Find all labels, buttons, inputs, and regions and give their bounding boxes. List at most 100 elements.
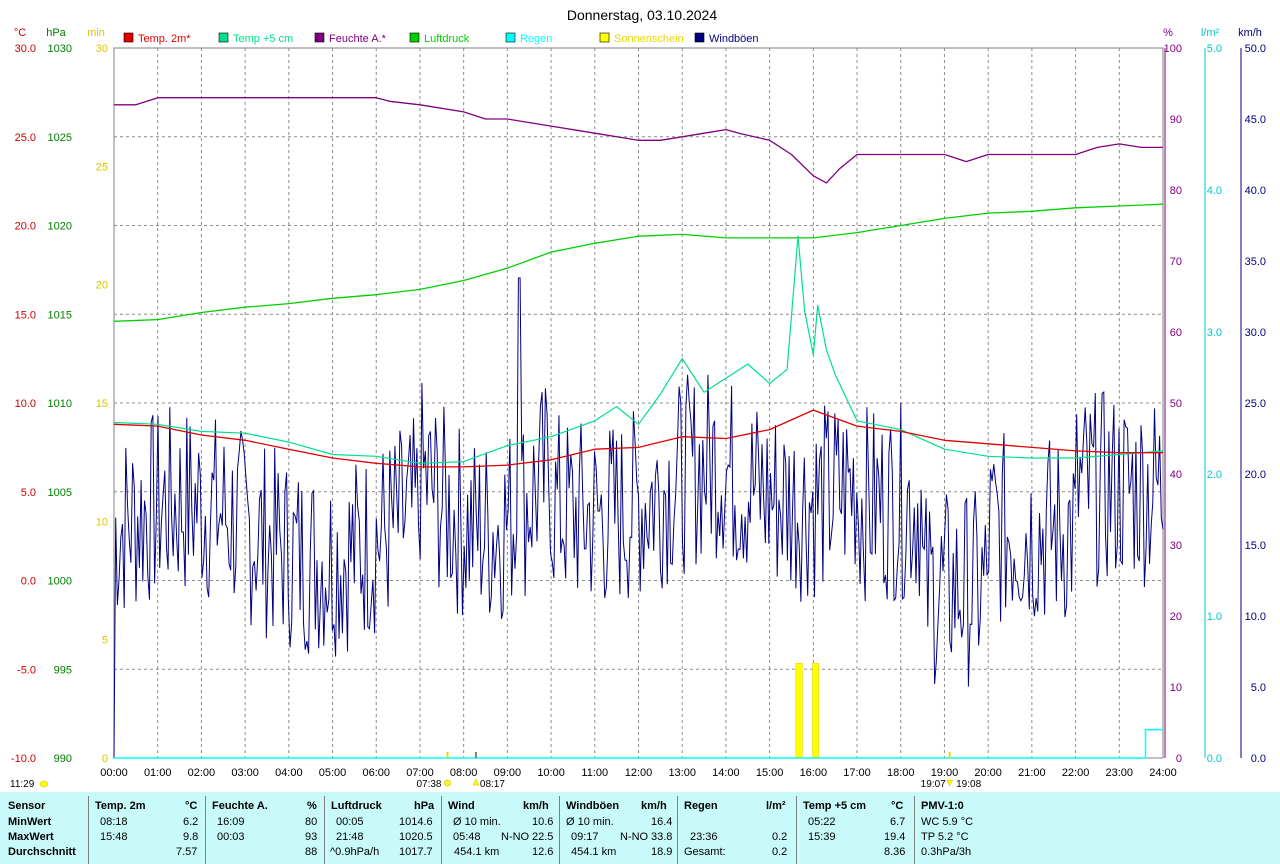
stats-value: 80 <box>305 816 318 828</box>
legend-swatch <box>409 32 420 43</box>
sun-tick-label: 0 <box>102 753 108 765</box>
stats-unit-humidity: % <box>307 800 317 812</box>
stats-col-temp2m: Temp. 2m °C 08:18 6.2 15:48 9.8 7.57 <box>89 792 205 864</box>
x-tick-label: 09:00 <box>494 767 522 779</box>
stats-value: 93 <box>305 831 318 843</box>
axis-unit-humidity: % <box>1163 27 1173 39</box>
x-tick-label: 07:00 <box>406 767 434 779</box>
x-tick-label: 24:00 <box>1149 767 1177 779</box>
legend-label: Temp. 2m* <box>138 33 191 45</box>
axis-unit-temp: °C <box>14 27 26 39</box>
wind-tick-label: 0.0 <box>1251 753 1266 765</box>
legend-swatch <box>599 32 610 43</box>
stats-value: 19.4 <box>884 831 906 843</box>
temp-tick-label: 25.0 <box>15 132 36 144</box>
humidity-tick-label: 70 <box>1170 256 1182 268</box>
humidity-tick-label: 90 <box>1170 114 1182 126</box>
pressure-tick-label: 990 <box>54 753 72 765</box>
wind-tick-label: 5.0 <box>1251 682 1266 694</box>
humidity-tick-label: 10 <box>1170 682 1182 694</box>
sun-tick-label: 30 <box>96 43 108 55</box>
stats-value: 1014.6 <box>399 816 433 828</box>
axis-unit-wind: km/h <box>1238 27 1262 39</box>
legend-swatch <box>505 32 516 43</box>
stats-value: 0.2 <box>772 846 788 858</box>
x-tick-label: 08:00 <box>450 767 478 779</box>
stats-time: 05:48 <box>453 831 481 843</box>
legend-label: Temp +5 cm <box>233 33 293 45</box>
x-tick-label: 12:00 <box>625 767 653 779</box>
stats-header-rain: Regen <box>684 800 718 812</box>
chart-title: Donnerstag, 03.10.2024 <box>567 7 717 23</box>
temp-tick-label: 30.0 <box>15 43 36 55</box>
temp-tick-label: 15.0 <box>15 309 36 321</box>
stats-direction: N-NO <box>620 831 649 843</box>
wind-tick-label: 30.0 <box>1245 327 1266 339</box>
legend-swatch <box>694 32 705 43</box>
stats-col-gusts: Windböen km/h Ø 10 min. 16.4 09:17 N-NO … <box>560 792 677 864</box>
stats-col-wind: Wind km/h Ø 10 min. 10.6 05:48 N-NO 22.5… <box>442 792 559 864</box>
stats-pmv-value: WC 5.9 °C <box>921 816 974 828</box>
stats-time: 00:05 <box>336 816 364 828</box>
humidity-tick-label: 80 <box>1170 185 1182 197</box>
stats-value: 7.57 <box>176 846 198 858</box>
pressure-tick-label: 1020 <box>48 221 72 233</box>
stats-header-pressure: Luftdruck <box>331 800 382 812</box>
daylight-duration: 11:29 <box>10 779 35 790</box>
x-tick-label: 03:00 <box>231 767 259 779</box>
rain-tick-label: 5.0 <box>1207 43 1222 55</box>
humidity-tick-label: 30 <box>1170 540 1182 552</box>
x-tick-label: 05:00 <box>319 767 347 779</box>
stats-value: 18.9 <box>651 846 673 858</box>
wind-tick-label: 50.0 <box>1245 43 1266 55</box>
stats-value: 88 <box>305 846 318 858</box>
stats-col-pmv: PMV-1:0 WC 5.9 °C TP 5.2 °C 0.3hPa/3h <box>915 792 1035 864</box>
pressure-tick-label: 995 <box>54 664 72 676</box>
stats-header-temp2m: Temp. 2m <box>95 800 146 812</box>
stats-label: Gesamt: <box>684 846 726 858</box>
stats-value: 22.5 <box>532 831 554 843</box>
stats-unit-temp2m: °C <box>185 800 198 812</box>
stats-header-sensor: Sensor <box>8 800 46 812</box>
legend-label: Feuchte A.* <box>329 33 387 45</box>
x-tick-label: 18:00 <box>887 767 915 779</box>
pressure-tick-label: 1010 <box>48 398 72 410</box>
plot-area: 30.025.020.015.010.05.00.0-5.0-10.010301… <box>10 27 1266 790</box>
sun-tick-label: 10 <box>96 516 108 528</box>
legend-label: Luftdruck <box>424 33 470 45</box>
stats-trend: ^0.9hPa/h <box>330 846 380 858</box>
x-tick-label: 00:00 <box>100 767 128 779</box>
stats-time: 08:18 <box>100 816 128 828</box>
stats-value: 12.6 <box>532 846 554 858</box>
sun-set-icon <box>946 779 954 787</box>
stats-value: 6.2 <box>183 816 199 828</box>
sun-icon <box>444 779 451 787</box>
sun-icon <box>39 780 49 788</box>
axis-unit-sun: min <box>87 27 105 39</box>
stats-col-rain: Regen l/m² 23:36 0.2 Gesamt: 0.2 <box>678 792 796 864</box>
stats-time: 15:48 <box>100 831 128 843</box>
legend-label: Sonnenschein <box>614 33 684 45</box>
stats-header-humidity: Feuchte A. <box>212 800 268 812</box>
x-tick-label: 10:00 <box>537 767 565 779</box>
x-tick-label: 13:00 <box>668 767 696 779</box>
stats-col-humidity: Feuchte A. % 16:09 80 00:03 93 88 <box>206 792 324 864</box>
x-tick-label: 11:00 <box>581 767 608 779</box>
wind-tick-label: 25.0 <box>1245 398 1266 410</box>
stats-row-label: MinWert <box>8 816 52 828</box>
x-tick-label: 22:00 <box>1062 767 1090 779</box>
stats-time: 23:36 <box>690 831 718 843</box>
rain-tick-label: 0.0 <box>1207 753 1222 765</box>
wind-tick-label: 10.0 <box>1245 611 1266 623</box>
stats-panel: Sensor MinWert MaxWert Durchschnitt Temp… <box>0 792 1280 864</box>
x-tick-label: 15:00 <box>756 767 784 779</box>
stats-value: 16.4 <box>651 816 673 828</box>
sun-tick-label: 20 <box>96 280 108 292</box>
legend-swatch <box>123 32 134 43</box>
stats-value: 33.8 <box>651 831 673 843</box>
stats-col-sensor: Sensor MinWert MaxWert Durchschnitt <box>0 792 88 864</box>
axis-unit-pressure: hPa <box>46 27 66 39</box>
x-tick-label: 17:00 <box>843 767 871 779</box>
humidity-tick-label: 0 <box>1176 753 1182 765</box>
moon-event-time: 19:08 <box>956 779 981 790</box>
